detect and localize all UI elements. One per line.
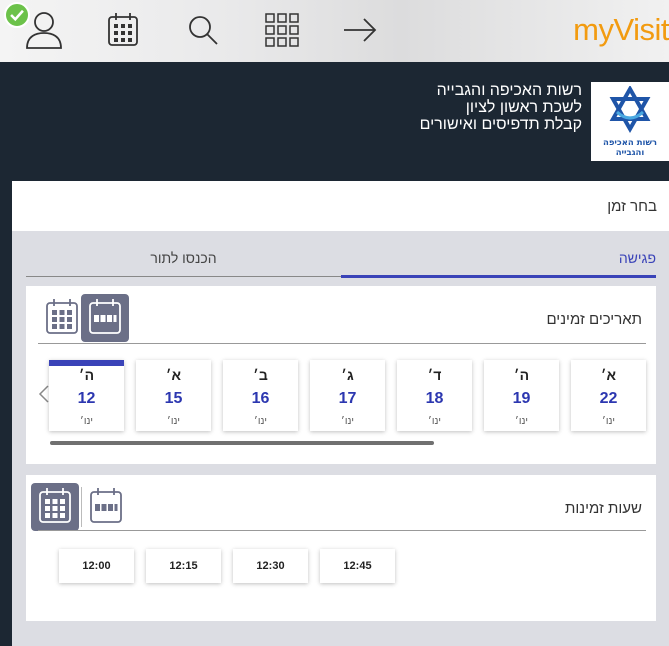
times-panel-divider (38, 530, 646, 531)
date-card-month: ינו׳ (254, 416, 267, 427)
arrow-right-icon[interactable] (340, 10, 380, 50)
dates-panel: תאריכים זמינים א׳ 22 ינו׳ ה׳ 19 ינו׳ ד׳ 18 ינו׳ ג… (26, 286, 656, 464)
tab-queue[interactable]: הכנסו לתור (26, 247, 341, 277)
dates-panel-divider (38, 343, 646, 344)
date-card[interactable]: ב׳ 16 ינו׳ (223, 360, 298, 431)
date-card-day: 15 (164, 390, 183, 407)
logo-text-line1: רשות האכיפה (602, 138, 658, 148)
date-card[interactable]: א׳ 22 ינו׳ (571, 360, 646, 431)
calendar-icon[interactable] (103, 10, 143, 50)
date-card-weekday: ד׳ (427, 367, 442, 383)
date-card-month: ינו׳ (428, 416, 441, 427)
service-name: קבלת תדפיסים ואישורים (419, 116, 582, 133)
date-card-day: 17 (338, 390, 357, 407)
grid-icon[interactable] (262, 10, 302, 50)
tab-queue-label: הכנסו לתור (150, 250, 217, 266)
times-panel-title: שעות זמינות (565, 500, 642, 517)
organization-logo: רשות האכיפה והגבייה (591, 82, 669, 161)
organization-info: רשות האכיפה והגבייה לשכת ראשון לציון קבל… (420, 82, 582, 133)
tabs: הכנסו לתור פגישה (26, 247, 656, 279)
times-panel: שעות זמינות 12:45 12:30 12:15 12:00 (26, 475, 656, 621)
date-card-day: 19 (512, 390, 531, 407)
branch-name: לשכת ראשון לציון (465, 99, 582, 116)
date-card[interactable]: ד׳ 18 ינו׳ (397, 360, 472, 431)
date-card-month: ינו׳ (80, 416, 93, 427)
left-edge (0, 181, 12, 646)
date-card-weekday: ה׳ (78, 367, 95, 383)
date-card-day: 12 (77, 390, 96, 407)
organization-header: רשות האכיפה והגבייה לשכת ראשון לציון קבל… (0, 62, 669, 181)
month-view-button[interactable] (38, 294, 86, 342)
time-slot-button[interactable]: 12:00 (59, 549, 134, 583)
list-view-button[interactable] (31, 483, 79, 531)
choose-time-label: בחר זמן (607, 198, 657, 215)
date-card[interactable]: ג׳ 17 ינו׳ (310, 360, 385, 431)
date-card-weekday: ב׳ (253, 367, 268, 383)
date-card-month: ינו׳ (167, 416, 180, 427)
time-slot-button[interactable]: 12:30 (233, 549, 308, 583)
date-card-day: 22 (599, 390, 618, 407)
check-icon (4, 2, 30, 28)
dates-scrollbar[interactable] (50, 441, 434, 445)
strip-view-button[interactable] (82, 483, 130, 531)
choose-time-bar: בחר זמן (12, 181, 669, 231)
organization-name: רשות האכיפה והגבייה (436, 82, 582, 99)
time-slot-button[interactable]: 12:45 (320, 549, 395, 583)
star-of-david-icon (609, 86, 651, 134)
date-card-weekday: ה׳ (513, 367, 530, 383)
date-card[interactable]: ה׳ 19 ינו׳ (484, 360, 559, 431)
date-card-weekday: א׳ (600, 367, 617, 383)
date-card-day: 16 (251, 390, 270, 407)
week-view-button[interactable] (81, 294, 129, 342)
date-card[interactable]: ה׳ 12 ינו׳ (49, 360, 124, 431)
logo-text-line2: והגבייה (615, 148, 645, 158)
time-slot-button[interactable]: 12:15 (146, 549, 221, 583)
tab-meeting-label: פגישה (618, 250, 656, 266)
date-card-day: 18 (425, 390, 444, 407)
date-card-month: ינו׳ (341, 416, 354, 427)
search-icon[interactable] (183, 10, 223, 50)
brand-logo: myVisit (573, 12, 669, 47)
date-card-month: ינו׳ (602, 416, 615, 427)
date-card[interactable]: א׳ 15 ינו׳ (136, 360, 211, 431)
date-card-weekday: ג׳ (341, 367, 354, 383)
date-card-weekday: א׳ (165, 367, 182, 383)
dates-panel-title: תאריכים זמינים (546, 311, 642, 328)
top-navigation: myVisit (0, 0, 669, 62)
tab-meeting[interactable]: פגישה (341, 247, 656, 278)
date-card-month: ינו׳ (515, 416, 528, 427)
